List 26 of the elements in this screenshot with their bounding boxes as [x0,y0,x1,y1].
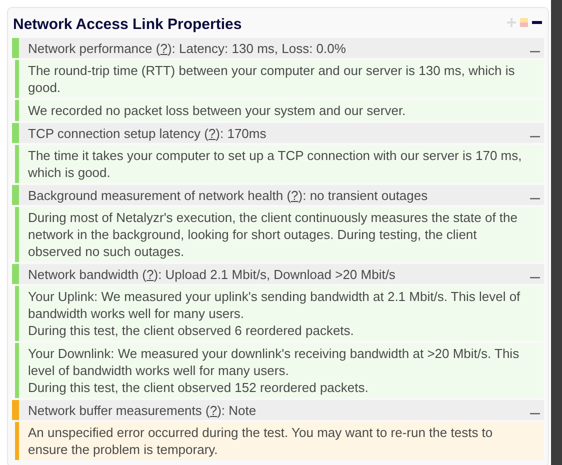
detail-text: Your Uplink: We measured your uplink's sending bandwidth at 2.1 Mbit/s. This level of bandwidth works well for many users. [28,288,522,322]
section-heading: TCP connection setup latency (?): 170ms [27,126,268,140]
section-header[interactable]: Background measurement of network health (?): no transient outages [12,185,544,205]
section-header[interactable]: TCP connection setup latency (?): 170ms [12,123,544,143]
section-header[interactable]: Network performance (?): Latency: 130 ms, Loss: 0.0% [12,38,544,58]
section-header[interactable]: Network bandwidth (?): Upload 2.1 Mbit/s, Download >20 Mbit/s [12,264,544,284]
help-link[interactable]: ? [160,40,168,56]
help-link[interactable]: ? [208,126,216,140]
help-link[interactable]: ? [210,402,218,418]
section-heading: Network bandwidth (?): Upload 2.1 Mbit/s, Download >20 Mbit/s [27,266,396,282]
help-link[interactable]: ? [291,188,298,202]
detail-text: During this test, the client observed 152 reordered packets. [28,379,370,396]
section-heading: Network buffer measurements (?): Note [27,402,258,418]
detail-text: The round-trip time (RTT) between your computer and our server is 130 ms, which is good. [28,62,516,96]
help-link[interactable]: ? [146,266,154,282]
detail-text: Your Downlink: We measured your downlink's receiving bandwidth at >20 Mbit/s. This level of bandwidth works well for many users. [28,345,520,379]
panel-title: Network Access Link Properties [13,16,242,32]
detail-text: During most of Netalyzr's execution, the client continuously measures the state of the network in the background, looking for short outages. During testing, the client observed no such outages. [28,209,519,260]
detail-text: An unspecified error occurred during the test. You may want to re-run the tests to ensure the problem is temporary. [28,424,494,458]
section-heading: Background measurement of network health (?): no transient outages [27,188,429,202]
section-heading: Network performance (?): Latency: 130 ms, Loss: 0.0% [27,40,347,56]
detail-text: The time it takes your computer to set up a TCP connection with our server is 170 ms, which is good. [28,147,523,181]
section-header[interactable]: Network buffer measurements (?): Note [12,400,544,420]
detail-text: During this test, the client observed 6 reordered packets. [28,322,355,339]
detail-text: We recorded no packet loss between your system and our server. [28,102,407,119]
collapse-icon[interactable] [532,20,542,24]
